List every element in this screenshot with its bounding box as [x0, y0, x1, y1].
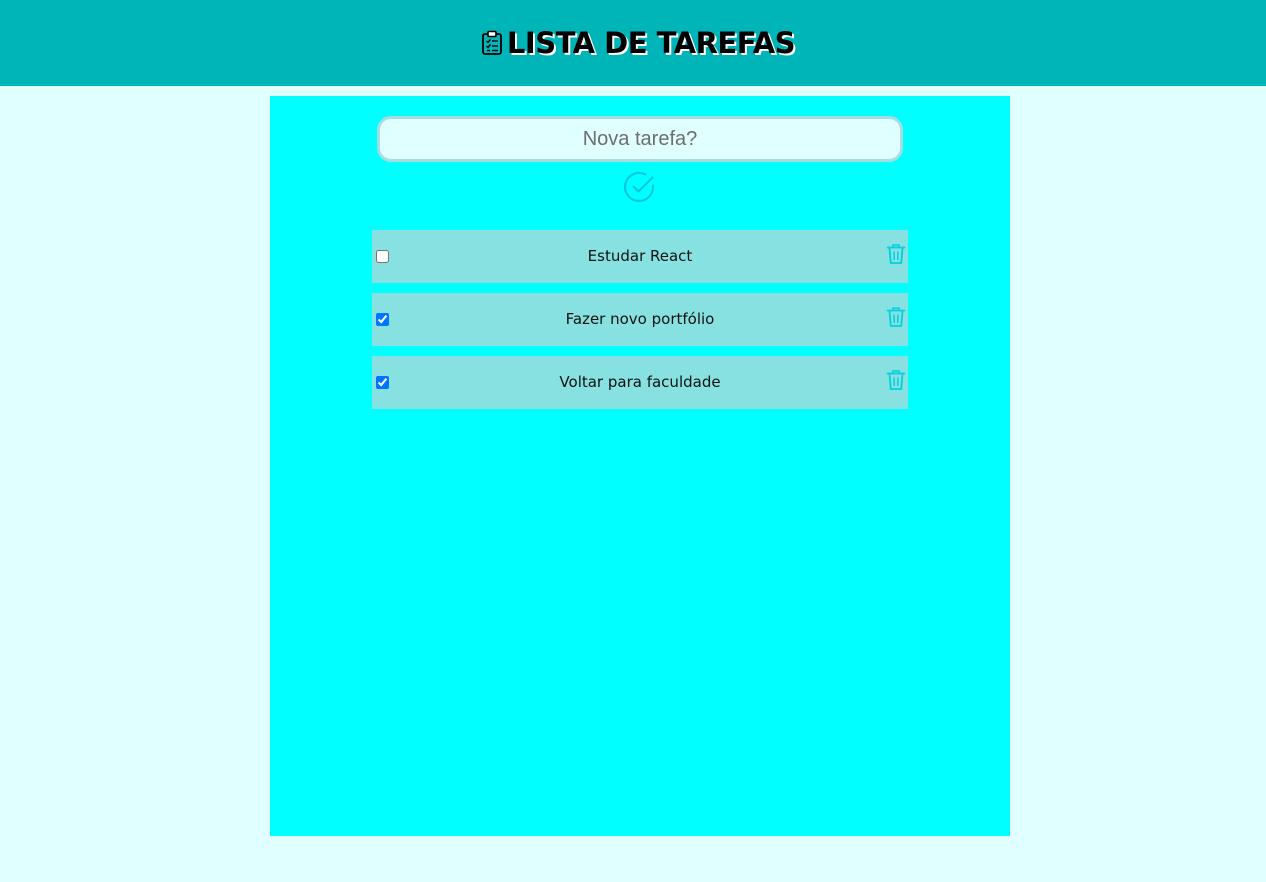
task-item: Voltar para faculdade [372, 356, 908, 409]
task-list: Estudar React Fazer novo portfólio Volta… [372, 230, 908, 409]
task-item: Estudar React [372, 230, 908, 283]
trash-icon [886, 244, 906, 268]
task-label: Estudar React [587, 247, 693, 265]
check-circle-icon [623, 170, 657, 207]
delete-task-button[interactable] [886, 306, 906, 328]
page-title: LISTA DE TAREFAS [506, 26, 796, 60]
task-label: Voltar para faculdade [559, 373, 721, 391]
delete-task-button[interactable] [886, 369, 906, 391]
add-task-button[interactable] [622, 170, 658, 206]
trash-icon [886, 370, 906, 394]
clipboard-list-icon [481, 30, 503, 56]
task-label: Fazer novo portfólio [565, 310, 715, 328]
trash-icon [886, 307, 906, 331]
new-task-input[interactable] [377, 116, 903, 162]
todo-panel: Estudar React Fazer novo portfólio [270, 96, 1010, 836]
new-task-form [377, 116, 903, 162]
task-item: Fazer novo portfólio [372, 293, 908, 346]
app-header: LISTA DE TAREFAS [0, 0, 1266, 86]
delete-task-button[interactable] [886, 243, 906, 265]
header-title-group: LISTA DE TAREFAS [481, 26, 796, 60]
